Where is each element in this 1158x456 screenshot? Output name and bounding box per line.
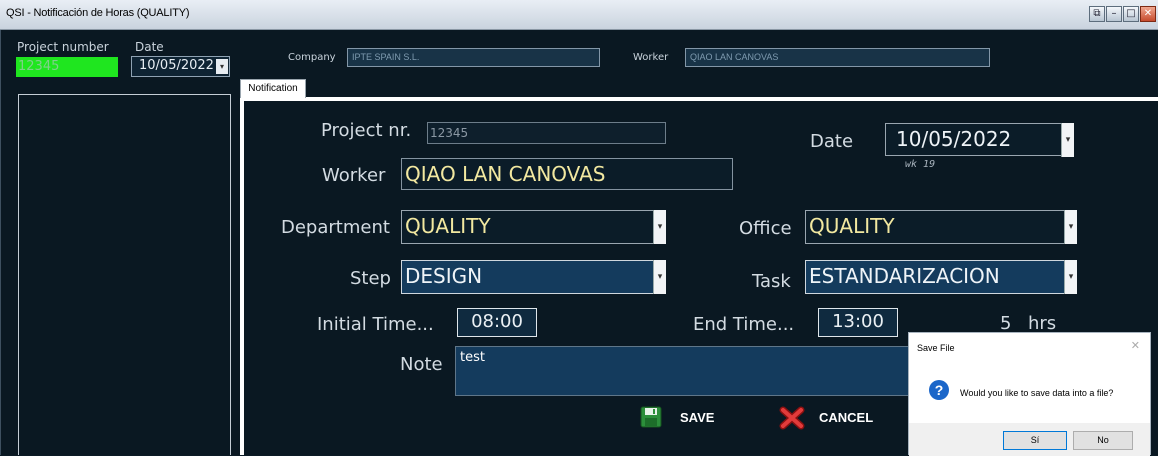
- task-value: ESTANDARIZACION: [809, 264, 1000, 288]
- date-label: Date: [135, 40, 164, 54]
- department-value: QUALITY: [405, 214, 491, 238]
- date-value: 10/05/2022: [139, 58, 214, 73]
- dialog-message: Would you like to save data into a file?: [960, 388, 1114, 398]
- no-button[interactable]: No: [1073, 431, 1133, 450]
- title-bar: QSI - Notificación de Horas (QUALITY) ⧉ …: [0, 0, 1158, 30]
- save-file-dialog: Save File ✕ ? Would you like to save dat…: [908, 332, 1151, 456]
- chevron-down-icon[interactable]: ▾: [216, 59, 228, 74]
- worker-form-label: Worker: [322, 165, 386, 186]
- yes-button[interactable]: Sí: [1003, 431, 1067, 450]
- close-icon[interactable]: ✕: [1140, 6, 1156, 22]
- chevron-down-icon[interactable]: ▾: [653, 260, 666, 294]
- close-icon[interactable]: ✕: [1131, 339, 1140, 352]
- company-label: Company: [288, 52, 336, 63]
- save-label: SAVE: [680, 410, 715, 425]
- office-select[interactable]: QUALITY ▾: [805, 210, 1077, 244]
- save-button[interactable]: SAVE: [640, 406, 720, 434]
- maximize-icon[interactable]: □: [1123, 6, 1139, 22]
- hours-value: 5: [1000, 313, 1012, 334]
- end-time-label: End Time...: [693, 314, 795, 335]
- company-field: IPTE SPAIN S.L.: [347, 48, 600, 67]
- worker-label: Worker: [633, 52, 669, 63]
- office-value: QUALITY: [809, 214, 895, 238]
- cancel-label: CANCEL: [819, 410, 874, 425]
- chevron-down-icon[interactable]: ▾: [1064, 210, 1077, 244]
- hours-unit: hrs: [1028, 313, 1057, 334]
- form-date-label: Date: [810, 131, 854, 152]
- week-label: wk 19: [905, 159, 936, 170]
- chevron-down-icon[interactable]: ▾: [1061, 123, 1074, 157]
- window-title: QSI - Notificación de Horas (QUALITY): [6, 7, 190, 19]
- office-label: Office: [739, 218, 792, 239]
- cancel-button[interactable]: CANCEL: [779, 406, 879, 434]
- task-select[interactable]: ESTANDARIZACION ▾: [805, 260, 1077, 294]
- tab-notification[interactable]: Notification: [240, 79, 306, 98]
- initial-time-field[interactable]: 08:00: [457, 308, 537, 337]
- question-icon: ?: [929, 380, 949, 400]
- date-picker[interactable]: 10/05/2022 ▾: [131, 56, 230, 77]
- project-nr-field: 12345: [427, 122, 666, 144]
- end-time-field[interactable]: 13:00: [818, 308, 898, 337]
- note-textarea[interactable]: test: [455, 346, 915, 396]
- step-select[interactable]: DESIGN ▾: [401, 260, 666, 294]
- worker-form-field[interactable]: QIAO LAN CANOVAS: [401, 158, 733, 190]
- cancel-x-icon: [779, 406, 805, 430]
- project-nr-label: Project nr.: [321, 120, 412, 141]
- minimize-icon[interactable]: –: [1106, 6, 1122, 22]
- project-number-label: Project number: [17, 40, 109, 54]
- note-label: Note: [400, 354, 443, 375]
- department-select[interactable]: QUALITY ▾: [401, 210, 666, 244]
- initial-time-label: Initial Time...: [317, 314, 434, 335]
- form-date-value: 10/05/2022: [896, 127, 1012, 151]
- restore-icon[interactable]: ⧉: [1089, 6, 1105, 22]
- step-label: Step: [350, 268, 391, 289]
- project-number-field[interactable]: 12345: [16, 57, 118, 77]
- chevron-down-icon[interactable]: ▾: [1064, 260, 1077, 294]
- step-value: DESIGN: [405, 264, 483, 288]
- task-label: Task: [752, 271, 791, 292]
- department-label: Department: [281, 217, 390, 238]
- chevron-down-icon[interactable]: ▾: [653, 210, 666, 244]
- dialog-title: Save File: [917, 343, 955, 353]
- project-list-panel[interactable]: [18, 94, 231, 455]
- form-date-picker[interactable]: 10/05/2022 ▾: [885, 123, 1074, 157]
- floppy-disk-icon: [640, 406, 662, 428]
- worker-field: QIAO LAN CANOVAS: [685, 48, 990, 67]
